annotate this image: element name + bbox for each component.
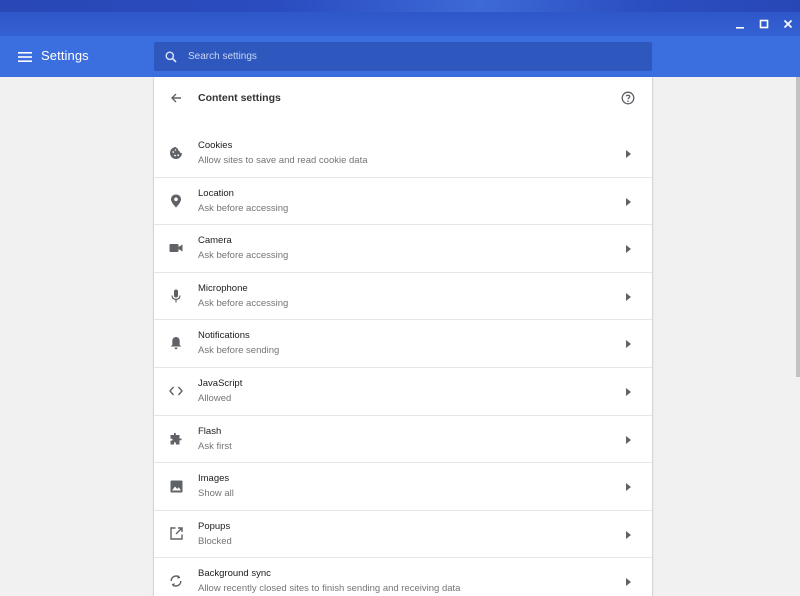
list-item-flash[interactable]: Flash Ask first [154,416,652,464]
chevron-right-icon [624,197,632,207]
list-item-images[interactable]: Images Show all [154,463,652,511]
row-label: JavaScript [198,377,243,389]
row-text: JavaScript Allowed [198,377,242,406]
row-label: Images [198,473,230,485]
maximize-button[interactable] [752,12,776,36]
search-icon [164,50,178,64]
content-settings-list: Cookies Allow sites to save and read coo… [154,130,652,596]
minimize-button[interactable] [728,12,752,36]
page-title: Content settings [198,92,281,104]
chevron-right-icon [624,530,632,540]
minimize-icon [736,27,744,29]
camera-icon [168,240,184,256]
close-icon [783,19,793,29]
chevron-right-icon [624,339,632,349]
row-subtitle: Ask before sending [198,345,280,357]
location-pin-icon [168,193,184,209]
window-controls [728,12,800,36]
help-icon [621,91,635,105]
list-item-javascript[interactable]: JavaScript Allowed [154,368,652,416]
microphone-icon [168,288,184,304]
row-label: Microphone [198,282,248,294]
row-subtitle: Ask first [198,440,232,452]
list-item-location[interactable]: Location Ask before accessing [154,178,652,226]
row-text: Microphone Ask before accessing [198,282,288,311]
maximize-icon [759,19,769,29]
page-scrollbar[interactable] [796,77,800,377]
chevron-right-icon [624,292,632,302]
back-button[interactable] [168,90,184,106]
menu-button[interactable] [14,46,36,68]
row-text: Cookies Allow sites to save and read coo… [198,139,368,168]
row-label: Location [198,187,234,199]
row-subtitle: Ask before accessing [198,297,289,309]
chevron-right-icon [624,244,632,254]
row-text: Images Show all [198,472,234,501]
open-in-new-icon [168,526,184,542]
row-text: Location Ask before accessing [198,187,288,216]
card-header: Content settings [154,77,652,119]
app-title: Settings [41,48,89,63]
row-subtitle: Ask before accessing [198,202,289,214]
row-text: Popups Blocked [198,520,232,549]
list-item-camera[interactable]: Camera Ask before accessing [154,225,652,273]
chevron-right-icon [624,435,632,445]
settings-appbar: Settings [0,36,800,77]
chevron-right-icon [624,482,632,492]
row-label: Popups [198,520,231,532]
arrow-back-icon [171,93,181,103]
puzzle-piece-icon [168,431,184,447]
row-label: Camera [198,235,232,247]
close-button[interactable] [776,12,800,36]
list-item-microphone[interactable]: Microphone Ask before accessing [154,273,652,321]
row-label: Notifications [198,330,250,342]
row-label: Background sync [198,568,271,580]
row-text: Background sync Allow recently closed si… [198,567,460,596]
row-subtitle: Allow sites to save and read cookie data [198,155,368,166]
row-subtitle: Show all [198,488,234,500]
row-label: Cookies [198,140,233,151]
content-settings-card: Content settings Cookies Allow sites to … [154,77,652,596]
chevron-right-icon [624,149,632,159]
code-icon [168,383,184,399]
search-input[interactable] [188,51,628,62]
list-item-background-sync[interactable]: Background sync Allow recently closed si… [154,558,652,596]
chevron-right-icon [624,387,632,397]
image-icon [168,478,184,494]
row-text: Notifications Ask before sending [198,329,279,358]
row-subtitle: Ask before accessing [198,250,289,262]
row-text: Camera Ask before accessing [198,234,288,263]
chevron-right-icon [624,577,632,587]
row-text: Flash Ask first [198,425,232,454]
row-subtitle: Blocked [198,535,232,547]
search-box[interactable] [154,42,652,71]
titlebar-strip [0,0,800,12]
help-button[interactable] [620,90,636,106]
list-item-cookies[interactable]: Cookies Allow sites to save and read coo… [154,130,652,178]
cookie-icon [168,145,184,161]
list-item-notifications[interactable]: Notifications Ask before sending [154,320,652,368]
row-label: Flash [198,425,222,437]
sync-icon [168,573,184,589]
row-subtitle: Allowed [198,392,232,404]
bell-icon [168,335,184,351]
hamburger-menu-icon [18,52,32,62]
list-item-popups[interactable]: Popups Blocked [154,511,652,559]
window-titlebar [0,0,800,36]
row-subtitle: Allow recently closed sites to finish se… [198,583,461,595]
